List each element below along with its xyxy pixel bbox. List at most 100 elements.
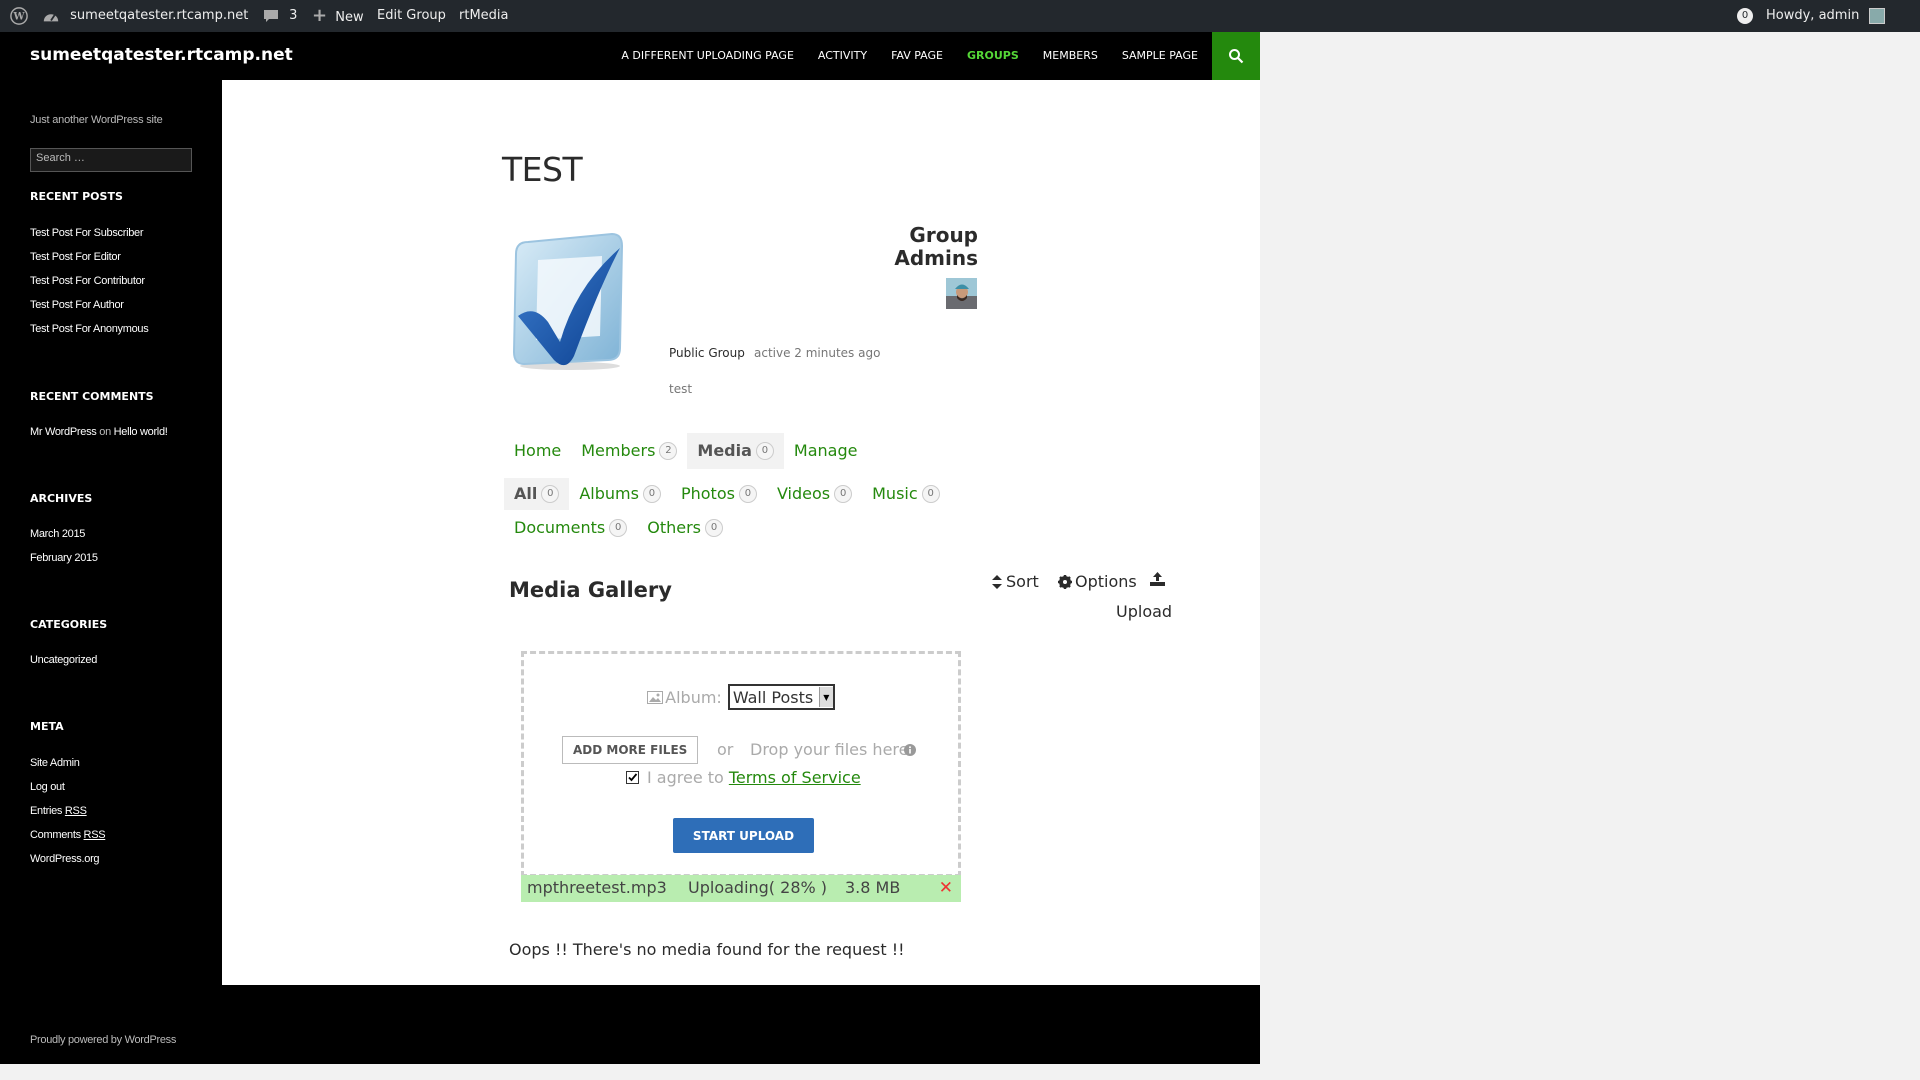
recent-post-link[interactable]: Test Post For Contributor <box>30 273 148 297</box>
recent-post-link[interactable]: Test Post For Subscriber <box>30 225 148 249</box>
recent-posts-title: RECENT POSTS <box>30 190 123 203</box>
admin-bar-comments-count: 3 <box>289 8 298 23</box>
recent-post-link[interactable]: Test Post For Author <box>30 297 148 321</box>
primary-navigation: A DIFFERENT UPLOADING PAGE ACTIVITY FAV … <box>609 32 1210 80</box>
tab-label: Home <box>514 441 562 460</box>
admin-bar-site-link[interactable]: sumeetqatester.rtcamp.net <box>42 0 248 32</box>
svg-text:W: W <box>12 11 25 22</box>
terms-checkbox[interactable] <box>626 771 639 784</box>
archive-link[interactable]: March 2015 <box>30 526 98 550</box>
recent-post-link[interactable]: Test Post For Anonymous <box>30 321 149 345</box>
categories-list: Uncategorized <box>30 652 97 676</box>
comment-post-link[interactable]: Hello world! <box>114 426 168 438</box>
meta-comments-rss-link[interactable]: Comments RSS <box>30 827 106 851</box>
tab-label: Media <box>697 441 752 460</box>
info-icon[interactable] <box>904 741 916 760</box>
nav-item-fav-page[interactable]: FAV PAGE <box>879 32 955 80</box>
sidebar-search-input[interactable]: Search … <box>30 148 192 172</box>
tab-label: Documents <box>514 518 606 537</box>
tab-label: Manage <box>793 441 858 460</box>
plus-icon: + <box>312 5 328 26</box>
upload-filename: mpthreetest.mp3 <box>527 878 667 897</box>
recent-posts-list: Test Post For Subscriber Test Post For E… <box>30 225 149 345</box>
start-upload-button[interactable]: START UPLOAD <box>673 818 814 853</box>
tab-label: Members <box>581 441 656 460</box>
admin-bar-rtmedia[interactable]: rtMedia <box>459 0 509 32</box>
meta-entries-rss-link[interactable]: Entries RSS <box>30 803 105 827</box>
main-content: TEST Group Admins Public Group active 2 … <box>222 80 1260 1017</box>
comment-bubble-icon <box>264 9 278 22</box>
media-tab-photos[interactable]: Photos 0 <box>671 478 767 510</box>
admin-bar: W sumeetqatester.rtcamp.net 3 + New Edit… <box>0 0 1920 32</box>
tab-count-badge: 0 <box>921 485 940 503</box>
media-tab-music[interactable]: Music 0 <box>862 478 950 510</box>
tab-count-badge: 0 <box>642 485 661 503</box>
tab-count-badge: 0 <box>609 519 628 537</box>
admin-bar-comments[interactable]: 3 <box>263 0 297 32</box>
album-select[interactable]: Wall Posts ▼ <box>727 684 835 710</box>
group-avatar[interactable] <box>504 226 630 372</box>
archive-link[interactable]: February 2015 <box>30 550 98 574</box>
tab-media[interactable]: Media 0 <box>687 433 784 469</box>
entries-label: Entries <box>30 805 63 817</box>
upload-status: Uploading( 28% ) <box>688 878 828 897</box>
footer-credit-link[interactable]: Proudly powered by WordPress <box>30 1034 176 1046</box>
close-icon[interactable]: ✕ <box>939 878 953 898</box>
page-title: TEST <box>502 150 583 189</box>
agree-label: I agree to <box>647 768 724 787</box>
sidebar: Just another WordPress site Search … REC… <box>0 80 222 1015</box>
upload-icon <box>1150 572 1165 586</box>
site-title[interactable]: sumeetqatester.rtcamp.net <box>30 45 293 65</box>
media-tab-albums[interactable]: Albums 0 <box>569 478 671 510</box>
nav-item-activity[interactable]: ACTIVITY <box>806 32 879 80</box>
meta-wordpress-org-link[interactable]: WordPress.org <box>30 851 105 875</box>
tab-label: Others <box>647 518 701 537</box>
meta-log-out-link[interactable]: Log out <box>30 779 105 803</box>
recent-comments-list: Mr WordPress on Hello world! <box>30 424 168 448</box>
comment-author-link[interactable]: Mr WordPress <box>30 426 97 438</box>
add-more-files-button[interactable]: ADD MORE FILES <box>562 736 699 764</box>
tab-count-badge: 2 <box>659 442 678 460</box>
archives-list: March 2015 February 2015 <box>30 526 98 574</box>
group-description: test <box>669 382 693 396</box>
meta-site-admin-link[interactable]: Site Admin <box>30 755 105 779</box>
tab-label: Photos <box>680 484 735 503</box>
media-tab-videos[interactable]: Videos 0 <box>767 478 862 510</box>
tab-home[interactable]: Home <box>504 433 571 469</box>
tab-label: Videos <box>776 484 831 503</box>
nav-item-groups[interactable]: GROUPS <box>955 32 1031 80</box>
upload-label[interactable]: Upload <box>1116 602 1172 621</box>
sort-button[interactable]: Sort <box>992 572 1039 591</box>
admin-bar-edit-group[interactable]: Edit Group <box>377 0 446 32</box>
upload-dropzone[interactable]: Album: Wall Posts ▼ ADD MORE FILES or Dr… <box>521 651 961 877</box>
group-type: Public Group <box>669 346 745 360</box>
admin-bar-notifications[interactable]: 0 <box>1737 0 1753 32</box>
nav-item-members[interactable]: MEMBERS <box>1031 32 1110 80</box>
archives-title: ARCHIVES <box>30 492 93 505</box>
tab-members[interactable]: Members 2 <box>571 433 687 469</box>
terms-row: I agree to Terms of Service <box>626 768 861 787</box>
options-button[interactable]: Options <box>1058 572 1137 591</box>
media-subnav-row-2: Documents 0 Others 0 <box>504 512 733 544</box>
admin-avatar-image <box>946 278 977 309</box>
image-icon <box>647 690 664 704</box>
admin-bar-new[interactable]: + New <box>312 0 364 32</box>
media-tab-others[interactable]: Others 0 <box>637 512 733 544</box>
upload-toggle-icon-wrap[interactable] <box>1150 572 1165 586</box>
terms-of-service-link[interactable]: Terms of Service <box>729 768 861 787</box>
recent-post-link[interactable]: Test Post For Editor <box>30 249 148 273</box>
admin-avatar[interactable] <box>946 278 977 309</box>
tab-label: Music <box>872 484 918 503</box>
drop-files-text: Drop your files here <box>750 740 909 759</box>
search-toggle-button[interactable] <box>1212 32 1260 80</box>
nav-item-sample-page[interactable]: SAMPLE PAGE <box>1110 32 1210 80</box>
album-selected-value: Wall Posts <box>732 687 814 707</box>
media-tab-documents[interactable]: Documents 0 <box>504 512 637 544</box>
media-tab-all[interactable]: All 0 <box>504 478 570 510</box>
category-link[interactable]: Uncategorized <box>30 652 97 676</box>
tab-manage[interactable]: Manage <box>784 433 868 469</box>
admin-bar-account[interactable]: Howdy, admin <box>1766 0 1886 32</box>
wordpress-logo-icon[interactable]: W <box>10 0 28 32</box>
sort-label: Sort <box>1006 572 1039 591</box>
nav-item-different-uploading-page[interactable]: A DIFFERENT UPLOADING PAGE <box>609 32 806 80</box>
